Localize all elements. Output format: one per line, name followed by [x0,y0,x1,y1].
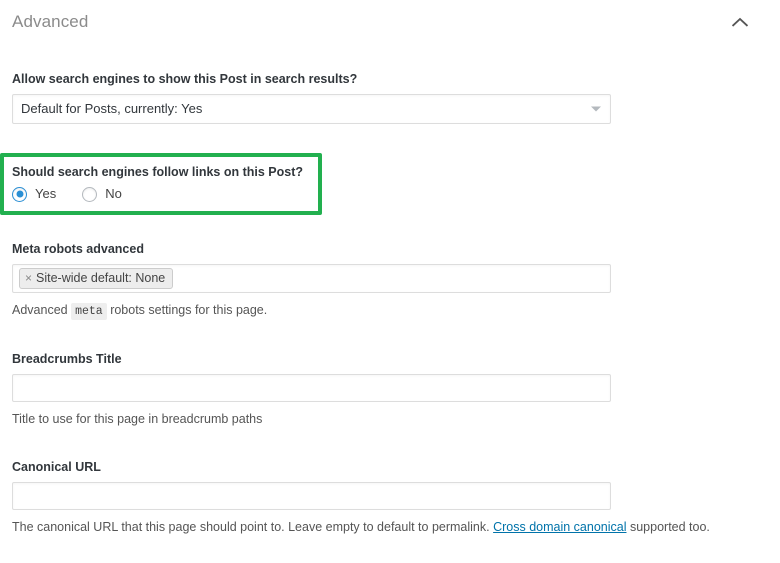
allow-search-engines-label: Allow search engines to show this Post i… [12,72,358,86]
follow-links-highlight-box: Should search engines follow links on th… [0,153,322,215]
panel-collapse-toggle[interactable] [728,10,752,34]
radio-no-label: No [105,186,122,201]
canonical-url-input[interactable] [12,482,611,510]
cross-domain-canonical-link[interactable]: Cross domain canonical [493,520,626,534]
token-site-wide-default[interactable]: × Site-wide default: None [19,268,174,289]
field-follow-links: Should search engines follow links on th… [0,153,768,215]
advanced-settings-panel: Advanced Allow search engines to show th… [0,0,780,563]
breadcrumbs-title-label: Breadcrumbs Title [12,352,122,366]
breadcrumbs-title-input[interactable] [12,374,611,402]
allow-search-engines-select[interactable]: Default for Posts, currently: Yes [12,94,611,124]
meta-robots-token-field[interactable]: × Site-wide default: None [12,264,611,293]
field-meta-robots-advanced: Meta robots advanced × Site-wide default… [12,241,768,321]
chevron-up-icon [732,17,748,27]
close-icon[interactable]: × [25,270,32,286]
token-label: Site-wide default: None [36,271,166,285]
canonical-url-help-before: The canonical URL that this page should … [12,520,490,534]
canonical-url-help-text: The canonical URL that this page should … [12,518,768,537]
meta-robots-help-code: meta [71,303,107,320]
canonical-url-help-after: supported too. [629,520,710,534]
panel-body: Allow search engines to show this Post i… [0,71,780,537]
radio-yes-indicator[interactable] [12,186,27,202]
chevron-down-icon [591,106,601,112]
follow-links-label: Should search engines follow links on th… [12,165,304,179]
radio-option-no[interactable]: No [82,186,122,202]
allow-search-engines-selected-value: Default for Posts, currently: Yes [21,101,203,116]
panel-header: Advanced [0,0,780,44]
meta-robots-help-text: Advanced meta robots settings for this p… [12,301,768,321]
field-allow-search-engines: Allow search engines to show this Post i… [12,71,768,124]
meta-robots-help-suffix: robots settings for this page. [110,303,268,317]
follow-links-radio-group: Yes No [12,186,308,202]
page-title: Advanced [12,12,89,31]
canonical-url-label: Canonical URL [12,460,101,474]
radio-yes-label: Yes [35,186,57,201]
field-breadcrumbs-title: Breadcrumbs Title Title to use for this … [12,351,768,429]
meta-robots-label: Meta robots advanced [12,242,144,256]
radio-no-indicator[interactable] [82,186,98,202]
meta-robots-help-prefix: Advanced [12,303,68,317]
field-canonical-url: Canonical URL The canonical URL that thi… [12,459,768,537]
radio-option-yes[interactable]: Yes [12,186,56,202]
breadcrumbs-title-help-text: Title to use for this page in breadcrumb… [12,412,263,426]
